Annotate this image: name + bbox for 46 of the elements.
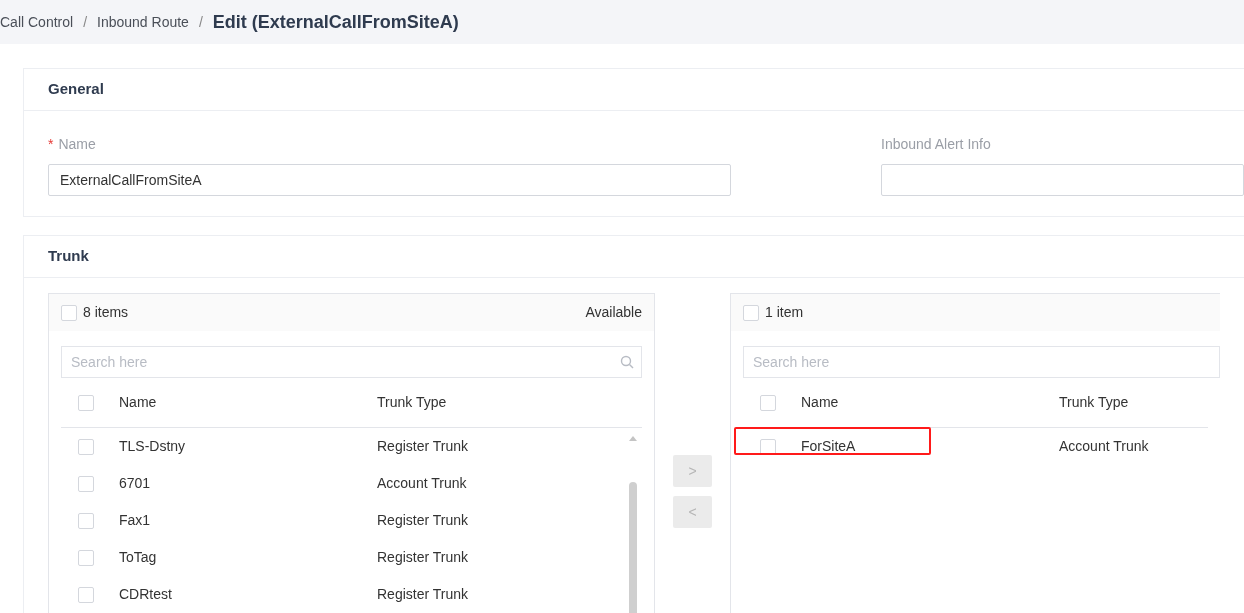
table-cell-text: Register Trunk [377,437,469,456]
text-field[interactable] [881,164,1244,196]
section-title: General [48,79,104,100]
search-icon[interactable] [620,355,634,369]
breadcrumb-link[interactable]: Inbound Route [97,11,189,33]
checkbox[interactable] [78,438,94,455]
field-label: Name [58,135,96,154]
search-field[interactable]: Search here [743,346,1220,378]
text-field[interactable]: ExternalCallFromSiteA [48,164,731,196]
table-cell-text: Register Trunk [377,511,469,530]
table-cell-text: Account Trunk [377,474,467,493]
column-header: Name [801,393,840,412]
scrollbar[interactable] [628,434,638,613]
column-header: Name [119,393,158,412]
checkbox[interactable] [61,304,77,321]
item-count: 1 item [765,303,804,322]
breadcrumb-separator: / [198,12,203,32]
checkbox[interactable] [743,304,759,321]
column-header: Trunk Type [377,393,447,412]
table-cell-text: Account Trunk [1059,437,1149,456]
field-label: Inbound Alert Info [881,135,991,154]
item-count: 8 items [83,303,129,322]
table-cell-text: ForSiteA [801,437,857,456]
table-cell-text: TLS-Dstny [119,437,187,456]
scroll-up-arrow-icon[interactable] [628,434,638,442]
checkbox[interactable] [760,394,776,411]
search-field[interactable]: Search here [61,346,642,378]
checkbox[interactable] [78,512,94,529]
breadcrumb-link[interactable]: Call Control [0,11,74,33]
table-cell-text: Register Trunk [377,548,469,567]
checkbox[interactable] [78,586,94,603]
table-cell-text: ToTag [119,548,158,567]
table-cell-text: Fax1 [119,511,152,530]
page-title: Edit (ExternalCallFromSiteA) [212,10,459,34]
breadcrumb-separator: / [83,12,88,32]
column-header: Trunk Type [1059,393,1129,412]
list-caption: Available [585,303,642,322]
section-title: Trunk [48,246,89,267]
checkbox[interactable] [78,475,94,492]
table-cell-text: 6701 [119,474,152,493]
checkbox[interactable] [78,394,94,411]
checkbox[interactable] [760,438,776,455]
table-cell-text: CDRtest [119,585,173,604]
required-marker: * [48,135,54,154]
table-cell-text: Register Trunk [377,585,469,604]
checkbox[interactable] [78,549,94,566]
